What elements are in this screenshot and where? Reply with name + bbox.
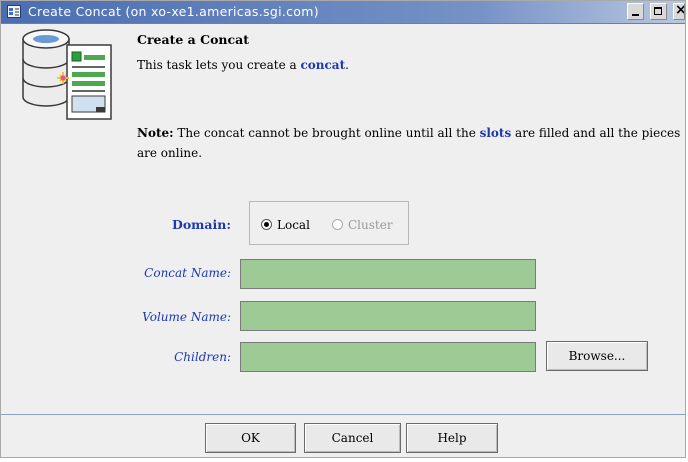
- note-text-2: are filled and all the pieces: [511, 126, 681, 140]
- radio-selected-icon: [261, 219, 272, 230]
- concat-name-label: Concat Name:: [144, 266, 231, 280]
- close-icon: ×: [675, 4, 684, 18]
- domain-local-radio[interactable]: Local: [261, 218, 310, 232]
- volume-name-input[interactable]: [240, 301, 536, 331]
- note-text-1: The concat cannot be brought online unti…: [173, 126, 480, 140]
- children-input[interactable]: [240, 342, 536, 372]
- description-suffix: .: [345, 58, 349, 72]
- app-window-icon: [7, 5, 21, 18]
- maximize-button[interactable]: [649, 3, 667, 20]
- children-label: Children:: [174, 350, 231, 364]
- dialog-window: Create Concat (on xo-xe1.americas.sgi.co…: [0, 0, 686, 458]
- volume-name-label: Volume Name:: [142, 310, 231, 324]
- close-button[interactable]: ×: [673, 3, 685, 20]
- task-description: This task lets you create a concat.: [137, 58, 349, 72]
- ok-button[interactable]: OK: [205, 423, 296, 453]
- title-bar[interactable]: Create Concat (on xo-xe1.americas.sgi.co…: [1, 1, 685, 24]
- window-controls: ×: [626, 3, 685, 21]
- minimize-icon: [631, 14, 639, 16]
- note-text-3: are online.: [137, 146, 203, 160]
- domain-cluster-radio: Cluster: [332, 218, 393, 232]
- minimize-button[interactable]: [626, 3, 644, 20]
- database-document-icon: [22, 29, 112, 120]
- slots-link[interactable]: slots: [480, 126, 512, 140]
- maximize-icon: [653, 7, 662, 15]
- help-button[interactable]: Help: [406, 423, 498, 453]
- concat-name-input[interactable]: [240, 259, 536, 289]
- page-heading: Create a Concat: [137, 32, 249, 47]
- description-text: This task lets you create a: [137, 58, 301, 72]
- radio-unselected-icon: [332, 219, 343, 230]
- domain-label: Domain:: [172, 217, 231, 232]
- concat-link[interactable]: concat: [300, 58, 345, 72]
- browse-button[interactable]: Browse...: [546, 341, 648, 371]
- domain-cluster-label: Cluster: [348, 218, 393, 232]
- domain-local-label: Local: [277, 218, 310, 232]
- window-title: Create Concat (on xo-xe1.americas.sgi.co…: [28, 4, 319, 19]
- domain-radio-group: Local Cluster: [249, 201, 409, 245]
- note-label: Note:: [137, 126, 174, 140]
- cancel-button[interactable]: Cancel: [304, 423, 401, 453]
- footer-divider: [1, 414, 685, 415]
- note-text: Note: The concat cannot be brought onlin…: [137, 123, 681, 160]
